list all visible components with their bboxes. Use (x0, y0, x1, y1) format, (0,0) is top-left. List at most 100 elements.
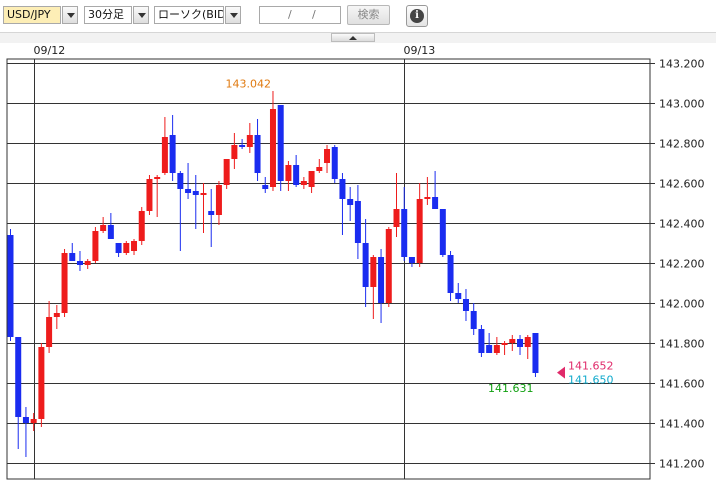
candle-body-bearish (185, 189, 192, 193)
candle-body-bearish (478, 329, 485, 353)
date-separator: / (312, 8, 316, 21)
chart-toolbar: USD/JPY 30分足 ローソク(BID) / / 検索 i (0, 0, 716, 32)
candle-body-bullish (285, 165, 292, 181)
candle-body-bearish (362, 243, 369, 287)
candle-body-bullish (146, 179, 153, 211)
candle-body-bearish (169, 135, 176, 173)
candle-body-bearish (470, 311, 477, 329)
chart-type-dropdown-arrow[interactable] (225, 6, 241, 24)
candle-body-bullish (38, 347, 45, 419)
candle-body-bullish (416, 199, 423, 263)
candle-body-bearish (293, 165, 300, 185)
candle-body-bullish (524, 337, 531, 347)
candle-body-bullish (138, 211, 145, 241)
candle-body-bullish (370, 257, 377, 287)
chart-type-select[interactable]: ローソク(BID) (154, 6, 224, 24)
candle-body-bullish (269, 109, 276, 187)
high-price-label: 143.042 (225, 78, 271, 91)
candle-body-bearish (262, 185, 269, 189)
candle-body-bearish (339, 179, 346, 199)
candle-body-bearish (447, 255, 454, 293)
plot-area (6, 58, 651, 480)
y-axis-tick-label: 143.200 (659, 58, 705, 71)
candle-body-bullish (154, 177, 161, 179)
low-price-label: 141.631 (488, 382, 534, 395)
candle-body-bullish (61, 253, 68, 313)
candle-body-bullish (200, 193, 207, 195)
y-axis-tick-label: 142.800 (659, 138, 705, 151)
y-axis-tick-label: 142.000 (659, 298, 705, 311)
candle-body-bearish (439, 209, 446, 255)
date-label: 09/13 (404, 44, 436, 57)
candle-body-bearish (432, 197, 439, 209)
info-button[interactable]: i (406, 5, 428, 27)
candle-body-bullish (393, 209, 400, 227)
candle-body-bullish (246, 135, 253, 147)
candle-body-bullish (501, 343, 508, 345)
candle-body-bullish (493, 345, 500, 353)
candle-body-bearish (22, 417, 29, 423)
candle-body-bullish (424, 197, 431, 199)
date-input[interactable]: / / (259, 6, 341, 24)
candle-body-bullish (92, 231, 99, 261)
y-axis-tick-label: 142.200 (659, 258, 705, 271)
candle-body-bullish (84, 261, 91, 265)
y-axis-tick-label: 141.800 (659, 338, 705, 351)
candle-body-bearish (331, 147, 338, 179)
candle-body-bullish (223, 159, 230, 185)
candle-body-bearish (254, 135, 261, 173)
candle-body-bearish (277, 105, 284, 181)
y-axis-tick-label: 142.600 (659, 178, 705, 191)
candle-body-bullish (30, 419, 37, 423)
date-separator: / (288, 8, 292, 21)
candle-body-bullish (324, 149, 331, 163)
current-price-label-ask: 141.652 (568, 360, 614, 373)
candle-body-bullish (215, 185, 222, 215)
candle-body-bearish (486, 345, 493, 353)
candle-body-bearish (239, 145, 246, 147)
candle-body-bearish (192, 191, 199, 195)
interval-select[interactable]: 30分足 (84, 6, 132, 24)
y-axis-tick-label: 143.000 (659, 98, 705, 111)
collapse-toggle-button[interactable] (331, 33, 375, 42)
interval-dropdown-arrow[interactable] (133, 6, 149, 24)
currency-pair-select[interactable]: USD/JPY (3, 6, 61, 24)
candle-body-bearish (517, 339, 524, 347)
candle-body-bearish (208, 211, 215, 215)
search-button[interactable]: 検索 (347, 5, 390, 25)
candle-body-bullish (231, 145, 238, 159)
candle-body-bearish (408, 257, 415, 263)
y-axis-tick-label: 141.200 (659, 458, 705, 471)
candle-body-bullish (385, 229, 392, 303)
candle-body-bullish (131, 241, 138, 251)
candle-body-bullish (300, 181, 307, 185)
candle-body-bearish (7, 235, 14, 337)
current-price-label-bid: 141.650 (568, 374, 614, 387)
candle-body-bullish (509, 339, 516, 343)
candle-body-bearish (115, 243, 122, 253)
candle-body-bearish (532, 333, 539, 373)
candle-body-bearish (107, 225, 114, 239)
candle-body-bearish (76, 261, 83, 265)
y-axis-tick-label: 141.600 (659, 378, 705, 391)
candle-body-bullish (100, 225, 107, 231)
candle-body-bearish (462, 299, 469, 311)
candle-body-bullish (46, 317, 53, 347)
candle-body-bearish (455, 293, 462, 299)
candle-body-bullish (161, 137, 168, 173)
candle-body-bearish (69, 253, 76, 261)
y-axis-tick-label: 141.400 (659, 418, 705, 431)
candle-body-bullish (53, 313, 60, 317)
y-axis-tick-label: 142.400 (659, 218, 705, 231)
candle-body-bullish (308, 171, 315, 187)
date-label: 09/12 (34, 44, 66, 57)
currency-pair-dropdown-arrow[interactable] (62, 6, 78, 24)
candle-body-bullish (316, 167, 323, 171)
candle-body-bearish (347, 199, 354, 205)
candle-body-bearish (401, 209, 408, 257)
candlestick-chart: 143.200 143.000 142.800 142.600 142.400 142.2… (6, 44, 705, 480)
candle-body-bearish (177, 173, 184, 189)
info-icon: i (410, 9, 424, 23)
candle-body-bearish (354, 201, 361, 243)
candle-body-bullish (123, 243, 130, 253)
